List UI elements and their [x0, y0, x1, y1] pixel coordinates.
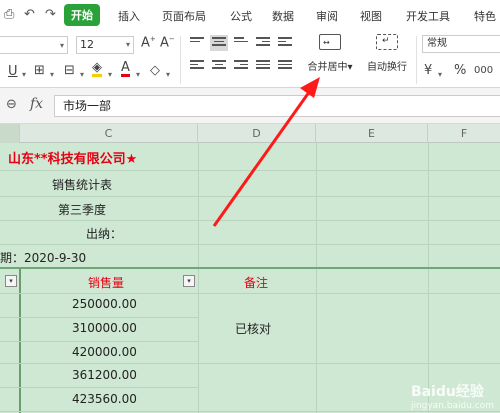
font-size-field[interactable]: 12 ▾	[76, 36, 134, 54]
column-e-header[interactable]: E	[316, 124, 428, 143]
decrease-font-icon[interactable]: A−	[160, 35, 175, 50]
status-note[interactable]: 已核对	[235, 320, 271, 337]
column-header-prev[interactable]	[0, 124, 20, 143]
number-format-value: 常规	[427, 38, 447, 49]
column-f-header[interactable]: F	[428, 124, 500, 143]
company-name[interactable]: 山东**科技有限公司★	[8, 148, 137, 167]
font-color-icon[interactable]: A	[121, 61, 130, 77]
menu-bar: ⎙ ↶ ↷ 开始 插入 页面布局 公式 数据 审阅 视图 开发工具 特色	[0, 0, 500, 30]
tab-review[interactable]: 审阅	[316, 8, 338, 24]
filter-dropdown-icon[interactable]: ▾	[183, 275, 195, 287]
note-header[interactable]: 备注	[244, 274, 268, 291]
tab-developer[interactable]: 开发工具	[406, 8, 450, 24]
tab-formulas[interactable]: 公式	[230, 8, 252, 24]
watermark-brand: Baidu经验	[410, 384, 484, 400]
increase-font-icon[interactable]: A+	[141, 35, 156, 50]
fill-color-icon[interactable]: ◈	[92, 61, 102, 77]
underline-icon[interactable]: U	[8, 64, 18, 79]
wrap-text-icon: ↵	[376, 34, 398, 50]
wrap-text-button[interactable]: ↵ 自动换行	[362, 34, 412, 73]
justify-icon[interactable]	[256, 60, 270, 72]
redo-icon[interactable]: ↷	[45, 7, 56, 22]
outdent-icon[interactable]	[278, 37, 292, 49]
merge-center-label: 合并居中▾	[307, 62, 353, 73]
sales-header[interactable]: 销售量	[88, 274, 124, 291]
currency-icon[interactable]: ¥	[424, 63, 432, 78]
date-label[interactable]: 期：2020-9-30	[0, 249, 86, 266]
indent-icon[interactable]	[256, 37, 270, 49]
percent-icon[interactable]: %	[454, 63, 466, 78]
formula-input[interactable]: 市场一部	[54, 95, 500, 117]
print-icon[interactable]: ⎙	[4, 7, 14, 22]
align-bottom-icon[interactable]	[234, 37, 248, 49]
align-middle-icon[interactable]	[210, 35, 228, 51]
column-c-header[interactable]: C	[20, 124, 198, 143]
tab-home[interactable]: 开始	[64, 4, 100, 26]
sales-value[interactable]: 420000.00	[72, 345, 137, 359]
ribbon-toolbar: ▾ 12 ▾ A+ A− U ▾ ⊞ ▾ ⊟ ▾ ◈ ▾ A ▾ ◇ ▾ ↔ 合…	[0, 30, 500, 88]
align-right-icon[interactable]	[234, 60, 248, 72]
tab-insert[interactable]: 插入	[118, 8, 140, 24]
merge-center-button[interactable]: ↔ 合并居中▾	[304, 34, 356, 73]
thousands-icon[interactable]: 000	[474, 65, 493, 76]
watermark-sub: jingyan.baidu.com	[410, 401, 494, 411]
tab-data[interactable]: 数据	[272, 8, 294, 24]
filter-dropdown-icon[interactable]: ▾	[5, 275, 17, 287]
undo-icon[interactable]: ↶	[24, 7, 35, 22]
formula-bar: ⊖ fx 市场一部	[0, 88, 500, 124]
tab-view[interactable]: 视图	[360, 8, 382, 24]
number-format-select[interactable]: 常规	[422, 35, 500, 53]
sales-value[interactable]: 250000.00	[72, 297, 137, 311]
tab-page-layout[interactable]: 页面布局	[162, 8, 206, 24]
quarter-label[interactable]: 第三季度	[58, 201, 106, 218]
font-name-field[interactable]: ▾	[0, 36, 68, 54]
column-d-header[interactable]: D	[198, 124, 316, 143]
cell-icon[interactable]: ⊟	[64, 63, 75, 78]
sales-value[interactable]: 361200.00	[72, 368, 137, 382]
fx-icon[interactable]: fx	[30, 96, 43, 112]
column-header: C D E F	[0, 124, 500, 143]
report-title[interactable]: 销售统计表	[52, 176, 112, 193]
border-icon[interactable]: ⊞	[34, 63, 45, 78]
align-center-icon[interactable]	[212, 60, 226, 72]
sales-value[interactable]: 310000.00	[72, 321, 137, 335]
align-left-icon[interactable]	[190, 60, 204, 72]
zoom-icon[interactable]: ⊖	[6, 97, 17, 112]
merge-center-icon: ↔	[319, 34, 341, 50]
eraser-icon[interactable]: ◇	[150, 63, 160, 78]
sheet-grid[interactable]: 山东**科技有限公司★ 销售统计表 第三季度 出纳： 期：2020-9-30 ▾…	[0, 143, 500, 413]
tab-features[interactable]: 特色	[474, 8, 496, 24]
distribute-icon[interactable]	[278, 60, 292, 72]
cashier-label[interactable]: 出纳：	[86, 225, 122, 242]
font-size-value: 12	[80, 38, 94, 51]
sales-value[interactable]: 423560.00	[72, 392, 137, 406]
watermark: Baidu经验 jingyan.baidu.com	[411, 381, 494, 411]
wrap-text-label: 自动换行	[367, 62, 407, 73]
align-top-icon[interactable]	[190, 37, 204, 49]
